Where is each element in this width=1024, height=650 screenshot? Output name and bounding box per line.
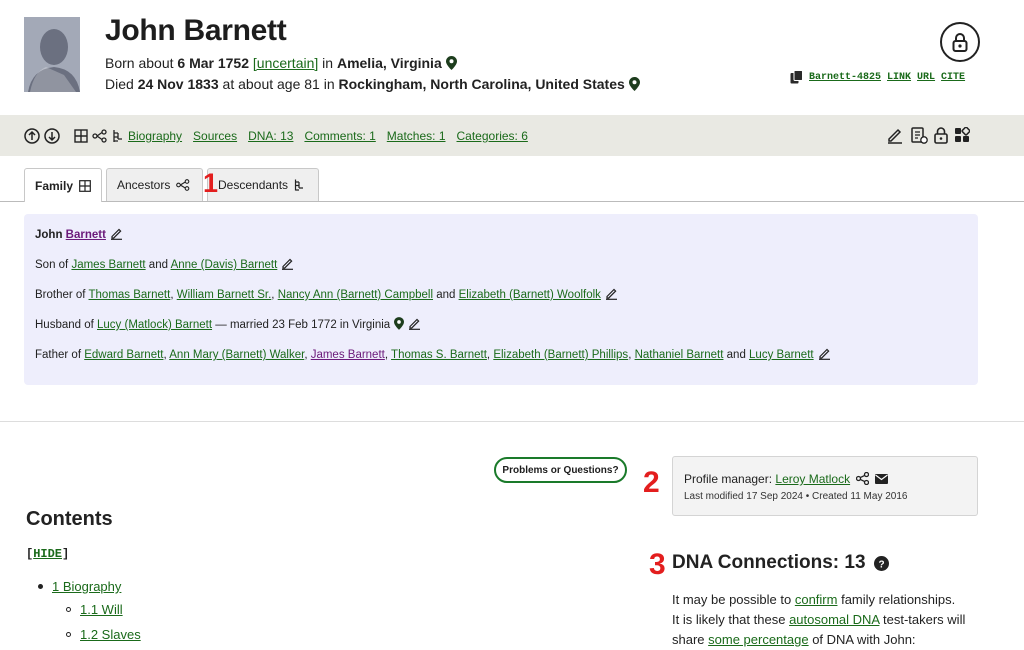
ancestors-tree-icon[interactable] xyxy=(92,129,108,143)
uncertain-link[interactable]: [uncertain] xyxy=(253,55,318,71)
profile-manager-line: Profile manager: Leroy Matlock xyxy=(684,472,888,486)
edit-pencil-icon[interactable] xyxy=(605,287,618,303)
categories-link[interactable]: Categories: 6 xyxy=(457,129,528,143)
manager-link[interactable]: Leroy Matlock xyxy=(775,472,850,486)
help-icon[interactable]: ? xyxy=(873,555,889,571)
dna-connections-heading: DNA Connections: 13 ? xyxy=(672,552,889,574)
tab-descendants[interactable]: Descendants xyxy=(207,168,319,201)
toolbar-icons-left xyxy=(24,128,124,144)
hide-toggle: [HIDE] xyxy=(26,547,70,561)
edit-pencil-icon[interactable] xyxy=(886,126,904,144)
family-children-line: Father of Edward Barnett, Ann Mary (Barn… xyxy=(35,347,831,363)
id-links: Barnett-4825 LINK URL CITE xyxy=(790,70,965,84)
family-grid-icon[interactable] xyxy=(74,129,88,143)
matches-link[interactable]: Matches: 1 xyxy=(387,129,446,143)
sibling-link[interactable]: William Barnett Sr. xyxy=(177,289,272,301)
family-siblings-line: Brother of Thomas Barnett, William Barne… xyxy=(35,287,618,303)
person-name: John Barnett xyxy=(105,14,287,47)
clipboard-icon[interactable] xyxy=(910,125,928,145)
apps-grid-icon[interactable] xyxy=(954,127,970,143)
tab-ancestors-label: Ancestors xyxy=(117,178,171,192)
annotation-number: 2 xyxy=(643,466,660,499)
cite-link[interactable]: CITE xyxy=(941,72,965,83)
url-link[interactable]: URL xyxy=(917,72,935,83)
toc-link-biography[interactable]: 1 Biography xyxy=(52,579,121,594)
problems-questions-button[interactable]: Problems or Questions? xyxy=(494,457,627,483)
dna-text-line: It is likely that these autosomal DNA te… xyxy=(672,612,966,627)
wikitree-id-link[interactable]: Barnett-4825 xyxy=(809,72,881,83)
death-info: Died 24 Nov 1833 at about age 81 in Rock… xyxy=(105,76,640,94)
child-link[interactable]: Thomas S. Barnett xyxy=(391,349,487,361)
map-pin-icon[interactable] xyxy=(394,317,405,333)
edit-pencil-icon[interactable] xyxy=(818,347,831,363)
profile-manager-box: Profile manager: Leroy Matlock Last modi… xyxy=(672,456,978,516)
ancestors-tree-icon xyxy=(176,179,190,191)
father-link[interactable]: James Barnett xyxy=(71,259,145,271)
tab-ancestors[interactable]: Ancestors xyxy=(106,168,203,201)
dna-link[interactable]: DNA: 13 xyxy=(248,129,293,143)
toc-item: 1.2 Slaves xyxy=(66,627,141,642)
toc-item: 1 Biography xyxy=(38,579,121,594)
toc-link-will[interactable]: 1.1 Will xyxy=(80,602,123,617)
child-link[interactable]: Elizabeth (Barnett) Phillips xyxy=(493,349,628,361)
child-link[interactable]: James Barnett xyxy=(311,349,385,361)
hide-link[interactable]: HIDE xyxy=(33,547,62,561)
confirm-link[interactable]: confirm xyxy=(795,592,838,607)
biography-link[interactable]: Biography xyxy=(128,129,182,143)
section-divider xyxy=(0,421,1024,422)
link-link[interactable]: LINK xyxy=(887,72,911,83)
contents-heading: Contents xyxy=(26,508,113,530)
surname-link[interactable]: Barnett xyxy=(66,229,106,241)
dna-text-line: It may be possible to confirm family rel… xyxy=(672,592,956,607)
dna-text-line: share some percentage of DNA with John: xyxy=(672,632,916,647)
comments-link[interactable]: Comments: 1 xyxy=(304,129,375,143)
map-pin-icon[interactable] xyxy=(445,56,457,73)
child-link[interactable]: Edward Barnett xyxy=(84,349,163,361)
privacy-lock-icon[interactable] xyxy=(934,126,948,144)
family-parents-line: Son of James Barnett and Anne (Davis) Ba… xyxy=(35,257,294,273)
family-spouse-line: Husband of Lucy (Matlock) Barnett — marr… xyxy=(35,317,421,333)
child-link[interactable]: Ann Mary (Barnett) Walker xyxy=(169,349,304,361)
family-grid-icon xyxy=(79,179,91,192)
arrow-down-circle-icon[interactable] xyxy=(44,128,60,144)
edit-pencil-icon[interactable] xyxy=(408,317,421,333)
tab-descendants-label: Descendants xyxy=(218,178,289,192)
email-icon[interactable] xyxy=(874,474,888,484)
toolbar-links: Biography Sources DNA: 13 Comments: 1 Ma… xyxy=(128,129,528,143)
toolbar-icons-right xyxy=(886,125,970,145)
sibling-link[interactable]: Thomas Barnett xyxy=(89,289,171,301)
copy-icon[interactable] xyxy=(790,70,803,84)
family-self-line: John Barnett xyxy=(35,227,123,243)
descendants-tree-icon[interactable] xyxy=(112,129,124,143)
toc-item: 1.1 Will xyxy=(66,602,123,617)
tab-family-label: Family xyxy=(35,178,74,193)
lock-icon xyxy=(952,32,968,52)
sources-link[interactable]: Sources xyxy=(193,129,237,143)
sibling-link[interactable]: Nancy Ann (Barnett) Campbell xyxy=(278,289,433,301)
modified-date: Last modified 17 Sep 2024 • Created 11 M… xyxy=(684,491,908,502)
annotation-number: 1 xyxy=(203,168,219,198)
some-percentage-link[interactable]: some percentage xyxy=(708,632,808,647)
toc-link-slaves[interactable]: 1.2 Slaves xyxy=(80,627,141,642)
share-tree-icon[interactable] xyxy=(856,472,870,485)
mother-link[interactable]: Anne (Davis) Barnett xyxy=(171,259,278,271)
arrow-up-circle-icon[interactable] xyxy=(24,128,40,144)
tab-baseline xyxy=(0,201,1024,202)
descendants-tree-icon xyxy=(294,179,304,191)
annotation-number: 3 xyxy=(649,548,666,581)
privacy-lock-button[interactable] xyxy=(940,22,980,62)
profile-avatar[interactable] xyxy=(24,17,80,92)
autosomal-dna-link[interactable]: autosomal DNA xyxy=(789,612,879,627)
map-pin-icon[interactable] xyxy=(628,77,640,94)
child-link[interactable]: Nathaniel Barnett xyxy=(635,349,724,361)
birth-info: Born about 6 Mar 1752 [uncertain] in Ame… xyxy=(105,55,457,73)
child-link[interactable]: Lucy Barnett xyxy=(749,349,814,361)
sibling-link[interactable]: Elizabeth (Barnett) Woolfolk xyxy=(459,289,601,301)
svg-text:?: ? xyxy=(878,559,884,570)
tab-family[interactable]: Family xyxy=(24,168,102,202)
edit-pencil-icon[interactable] xyxy=(281,257,294,273)
spouse-link[interactable]: Lucy (Matlock) Barnett xyxy=(97,319,212,331)
edit-pencil-icon[interactable] xyxy=(110,227,123,243)
